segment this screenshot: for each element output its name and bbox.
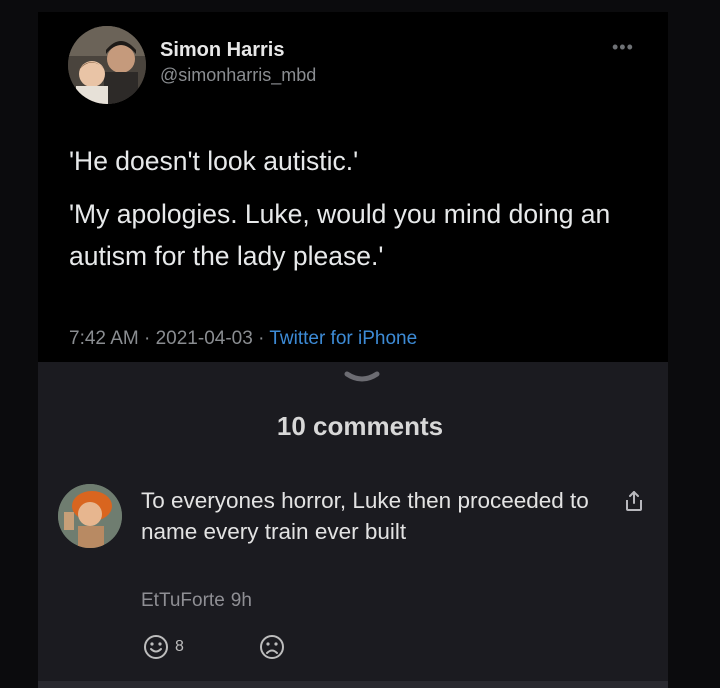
- tweet-source-link[interactable]: Twitter for iPhone: [269, 328, 417, 349]
- tweet-author-handle[interactable]: @simonharris_mbd: [160, 65, 316, 86]
- sad-reaction-button[interactable]: [259, 634, 285, 660]
- tweet-meta: 7:42 AM · 2021-04-03 · Twitter for iPhon…: [69, 328, 417, 350]
- tweet-author-name[interactable]: Simon Harris: [160, 39, 284, 62]
- embedded-tweet[interactable]: Simon Harris @simonharris_mbd ••• 'He do…: [38, 12, 668, 362]
- sad-face-icon: [260, 635, 284, 659]
- comment-age: 9h: [230, 590, 252, 611]
- tweet-text: 'He doesn't look autistic.' 'My apologie…: [69, 140, 639, 288]
- tweet-timestamp: 7:42 AM · 2021-04-03 ·: [69, 328, 270, 349]
- happy-reaction-count: 8: [175, 638, 184, 655]
- commenter-avatar[interactable]: [58, 484, 122, 548]
- happy-reaction-button[interactable]: 8: [143, 634, 184, 660]
- tweet-author-avatar[interactable]: [68, 26, 146, 104]
- tweet-line-2: 'My apologies. Luke, would you mind doin…: [69, 199, 611, 271]
- tweet-line-1: 'He doesn't look autistic.': [69, 146, 359, 176]
- comment-meta: EtTuForte 9h: [141, 590, 252, 612]
- chevron-down-icon[interactable]: [343, 368, 381, 393]
- comment-text: To everyones horror, Luke then proceeded…: [141, 488, 589, 544]
- share-icon[interactable]: [624, 490, 644, 517]
- more-dots-icon[interactable]: •••: [612, 38, 634, 56]
- divider: [38, 681, 668, 688]
- comment-username[interactable]: EtTuForte: [141, 590, 225, 611]
- comments-count-header: 10 comments: [276, 411, 444, 441]
- smiley-face-icon: [144, 635, 168, 659]
